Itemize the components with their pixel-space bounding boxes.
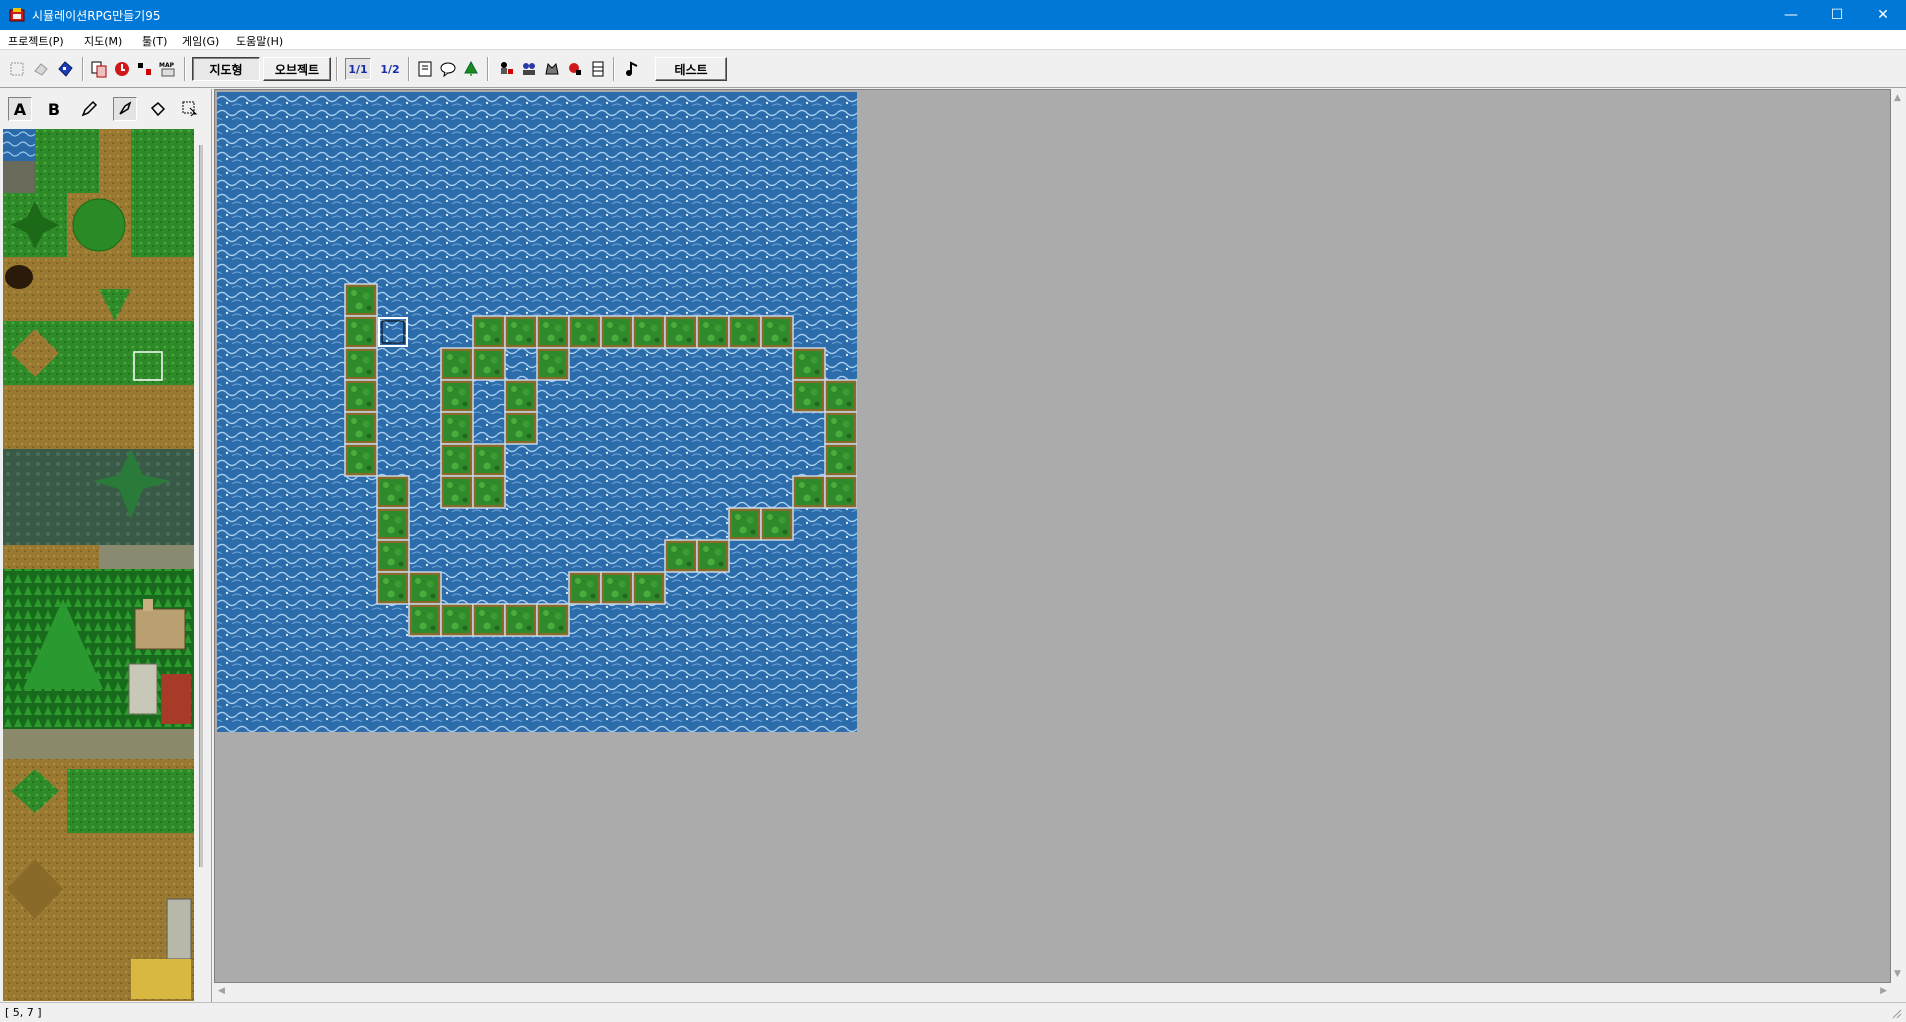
brush-tool-icon[interactable] bbox=[113, 97, 137, 121]
tree-event-icon[interactable] bbox=[460, 58, 482, 80]
pencil-tool-icon[interactable] bbox=[77, 97, 101, 121]
scroll-left-icon[interactable]: ◀ bbox=[218, 986, 225, 996]
minimize-icon: — bbox=[1784, 7, 1798, 23]
title-bar: 시뮬레이션RPG만들기95 — ☐ ✕ bbox=[0, 0, 1906, 30]
menu-help[interactable]: 도움말(H) bbox=[236, 33, 283, 49]
toolbar-separator bbox=[613, 57, 615, 81]
menu-game[interactable]: 게임(G) bbox=[182, 33, 219, 49]
toolbar-separator bbox=[408, 57, 410, 81]
party-icon[interactable] bbox=[518, 58, 540, 80]
item-icon[interactable] bbox=[564, 58, 586, 80]
tile-palette-panel: A B bbox=[0, 89, 212, 1004]
object-mode-button[interactable]: 오브젝트 bbox=[263, 57, 331, 81]
select-tool-icon[interactable] bbox=[178, 97, 202, 121]
unit-icon[interactable] bbox=[134, 58, 156, 80]
copy-map-icon[interactable] bbox=[88, 58, 110, 80]
cursor-coordinates: [ 5, 7 ] bbox=[5, 1006, 42, 1019]
close-icon: ✕ bbox=[1877, 7, 1889, 23]
layer-b-label: B bbox=[47, 99, 61, 119]
dialog-icon[interactable] bbox=[437, 58, 459, 80]
minimize-button[interactable]: — bbox=[1768, 0, 1814, 30]
map-mode-button[interactable]: 지도형 bbox=[192, 57, 260, 81]
character-icon[interactable] bbox=[495, 58, 517, 80]
app-icon bbox=[9, 8, 25, 22]
close-button[interactable]: ✕ bbox=[1860, 0, 1906, 30]
save-icon[interactable] bbox=[54, 58, 76, 80]
scale-full-button[interactable]: 1/1 bbox=[345, 58, 371, 80]
scale-full-label: 1/1 bbox=[348, 62, 368, 76]
palette-scrollbar[interactable] bbox=[198, 129, 204, 1001]
window-title: 시뮬레이션RPG만들기95 bbox=[32, 9, 161, 23]
toolbar: MAP 지도형 오브젝트 1/1 1/2 테스트 bbox=[0, 51, 1906, 88]
map-settings-icon[interactable]: MAP bbox=[157, 58, 179, 80]
scroll-right-icon[interactable]: ▶ bbox=[1880, 986, 1887, 996]
map-mode-label: 지도형 bbox=[209, 62, 243, 77]
rotate-icon[interactable] bbox=[111, 58, 133, 80]
svg-text:MAP: MAP bbox=[159, 62, 175, 69]
tile-palette[interactable] bbox=[3, 129, 194, 1001]
fill-tool-icon[interactable] bbox=[146, 97, 170, 121]
scale-half-label: 1/2 bbox=[380, 62, 400, 76]
toolbar-separator bbox=[336, 57, 338, 81]
menu-map[interactable]: 지도(M) bbox=[84, 33, 122, 49]
test-play-button[interactable]: 테스트 bbox=[655, 57, 727, 81]
map-horizontal-scrollbar[interactable]: ◀ ▶ bbox=[214, 983, 1891, 1001]
map-vertical-scrollbar[interactable]: ▲ ▼ bbox=[1891, 89, 1906, 983]
toolbar-separator bbox=[487, 57, 489, 81]
menu-project[interactable]: 프로젝트(P) bbox=[8, 33, 64, 49]
monster-icon[interactable] bbox=[541, 58, 563, 80]
map-workspace[interactable] bbox=[214, 89, 1891, 983]
status-bar: [ 5, 7 ] bbox=[0, 1002, 1906, 1022]
test-play-label: 테스트 bbox=[674, 62, 708, 77]
menu-tools[interactable]: 툴(T) bbox=[142, 33, 167, 49]
music-icon[interactable] bbox=[621, 58, 643, 80]
scroll-down-icon[interactable]: ▼ bbox=[1894, 969, 1901, 979]
maximize-icon: ☐ bbox=[1830, 7, 1844, 23]
scroll-up-icon[interactable]: ▲ bbox=[1894, 93, 1901, 103]
toolbar-separator bbox=[82, 57, 84, 81]
scale-half-button[interactable]: 1/2 bbox=[377, 58, 403, 80]
eraser-icon[interactable] bbox=[30, 58, 52, 80]
object-mode-label: 오브젝트 bbox=[274, 62, 320, 77]
palette-scroll-thumb[interactable] bbox=[199, 145, 203, 867]
layer-b-tool[interactable]: B bbox=[42, 97, 66, 121]
new-project-icon[interactable] bbox=[6, 58, 28, 80]
database-icon[interactable] bbox=[587, 58, 609, 80]
layer-a-tool[interactable]: A bbox=[8, 97, 32, 121]
maximize-button[interactable]: ☐ bbox=[1814, 0, 1860, 30]
menu-bar: 프로젝트(P) 지도(M) 툴(T) 게임(G) 도움말(H) bbox=[0, 30, 1906, 50]
toolbar-separator bbox=[184, 57, 186, 81]
map-canvas[interactable] bbox=[217, 92, 857, 732]
layer-a-label: A bbox=[13, 99, 27, 119]
book-icon[interactable] bbox=[414, 58, 436, 80]
resize-grip-icon[interactable] bbox=[1890, 1007, 1902, 1019]
